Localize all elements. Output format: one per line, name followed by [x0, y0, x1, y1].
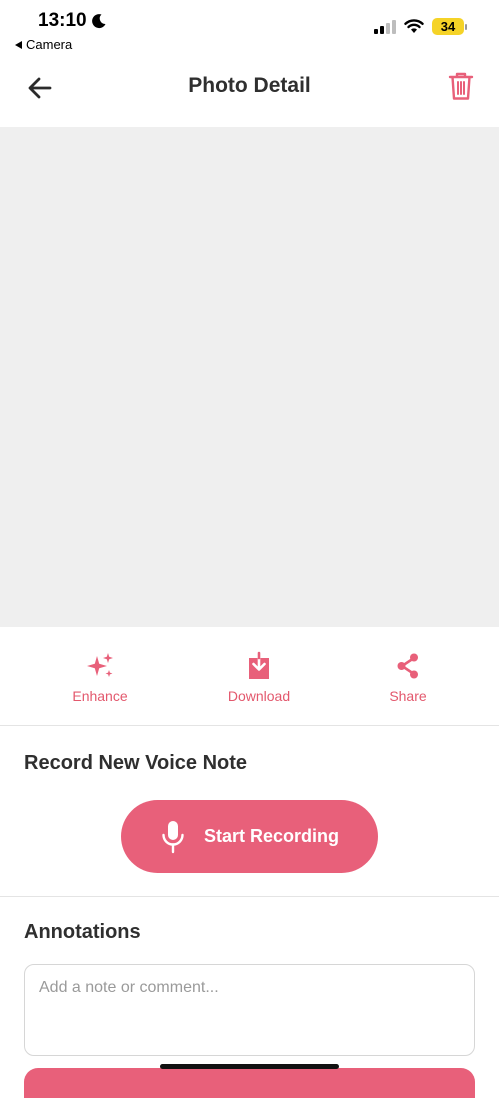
save-annotation-button[interactable] [24, 1068, 475, 1098]
enhance-label: Enhance [72, 688, 128, 704]
microphone-icon [162, 820, 184, 853]
status-indicators: 34 [374, 18, 467, 35]
signal-icon [374, 19, 396, 34]
clock-text: 13:10 [38, 10, 87, 31]
download-label: Download [227, 688, 291, 704]
back-app-label: Camera [26, 37, 73, 52]
section-divider [0, 896, 499, 897]
photo-actions: Enhance Download Share [0, 628, 499, 726]
share-button[interactable]: Share [348, 650, 468, 704]
moon-icon [91, 14, 106, 29]
back-to-app-link[interactable]: Camera [15, 37, 72, 52]
page-title: Photo Detail [188, 74, 311, 97]
annotation-input[interactable] [24, 964, 475, 1056]
back-triangle-icon [15, 40, 22, 49]
download-icon [249, 651, 269, 679]
download-button[interactable]: Download [199, 650, 319, 704]
start-recording-button[interactable]: Start Recording [121, 800, 378, 873]
annotations-heading: Annotations [24, 921, 141, 943]
share-icon [397, 653, 418, 679]
enhance-button[interactable]: Enhance [40, 650, 160, 704]
status-time: 13:10 [38, 10, 107, 32]
voice-note-heading: Record New Voice Note [24, 752, 248, 774]
battery-level: 34 [432, 18, 464, 35]
wifi-icon [404, 19, 424, 33]
battery-indicator: 34 [432, 18, 467, 35]
sparkles-icon [87, 653, 113, 677]
start-recording-label: Start Recording [203, 826, 340, 846]
header: Photo Detail [0, 58, 499, 120]
home-indicator [160, 1064, 339, 1069]
photo-view[interactable] [0, 127, 499, 627]
battery-nub [465, 23, 467, 30]
status-bar: 13:10 Camera 34 [0, 0, 499, 56]
share-label: Share [389, 688, 427, 704]
trash-icon[interactable] [447, 70, 475, 102]
